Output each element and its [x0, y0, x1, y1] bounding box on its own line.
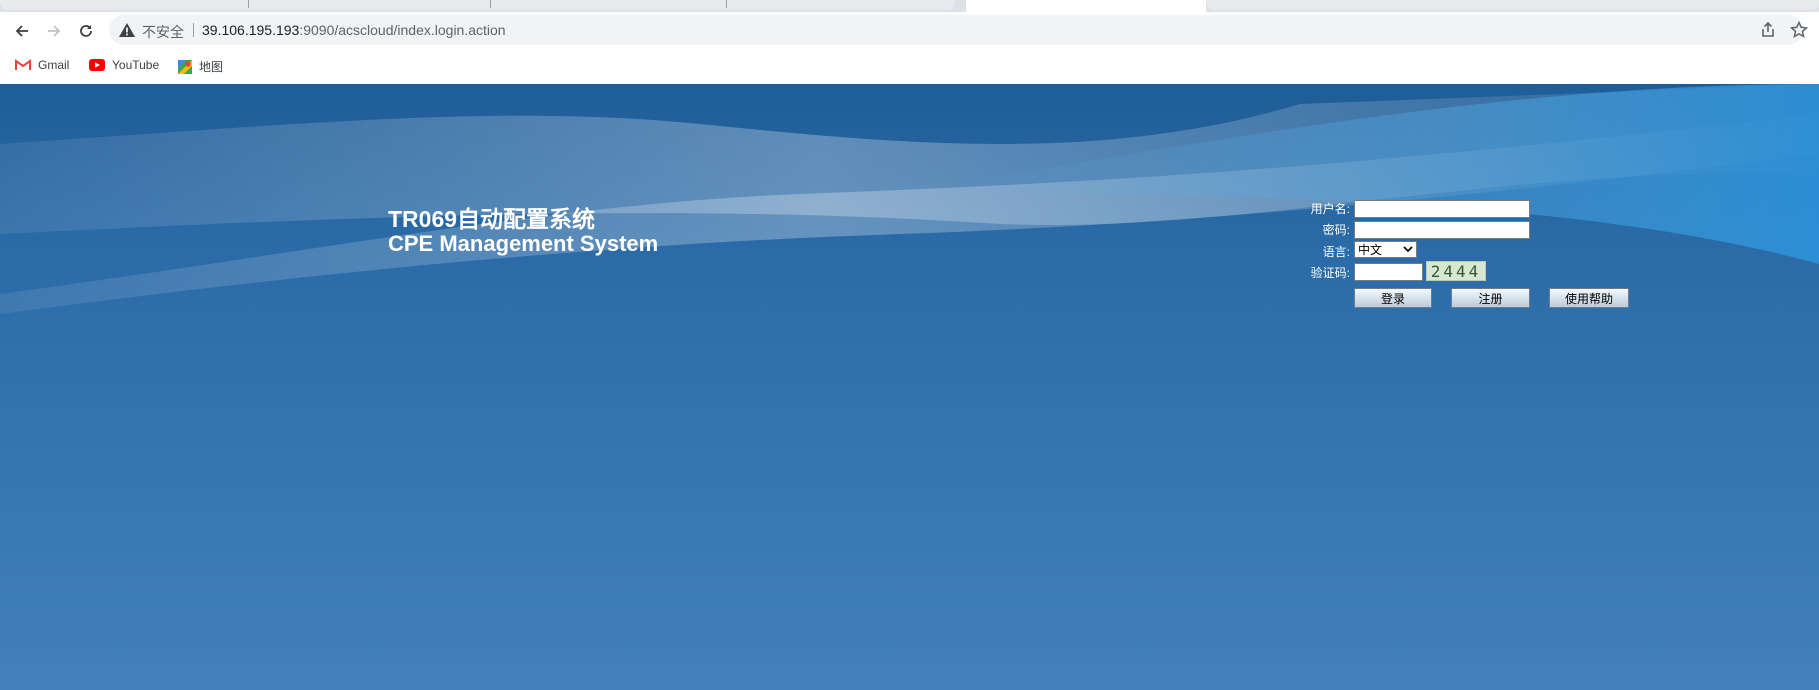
tab-separator [248, 0, 249, 8]
address-divider [193, 23, 194, 37]
help-button[interactable]: 使用帮助 [1549, 288, 1629, 308]
maps-icon [178, 59, 192, 74]
username-label: 用户名: [1310, 202, 1350, 216]
back-button[interactable] [10, 19, 34, 43]
url-text[interactable]: 39.106.195.193:9090/acscloud/index.login… [202, 22, 506, 38]
password-label: 密码: [1322, 223, 1350, 237]
bookmark-gmail[interactable]: Gmail [15, 58, 69, 72]
url-path: :9090/acscloud/index.login.action [299, 22, 506, 38]
language-selected-value: 中文 [1358, 243, 1383, 257]
help-button-label: 使用帮助 [1564, 291, 1613, 306]
background-swoosh [0, 84, 1819, 314]
bookmark-youtube[interactable]: YouTube [89, 58, 159, 72]
warning-icon[interactable] [119, 23, 135, 37]
bookmark-star-icon[interactable] [1790, 21, 1808, 39]
back-arrow-icon [15, 25, 28, 37]
forward-arrow-icon [48, 25, 61, 37]
youtube-icon [89, 59, 105, 71]
reload-button[interactable] [74, 19, 98, 43]
bookmark-label: 地图 [199, 60, 224, 74]
register-button[interactable]: 注册 [1451, 288, 1530, 308]
forward-button[interactable] [42, 19, 66, 43]
inactive-tab[interactable] [1206, 0, 1819, 10]
inactive-tabs[interactable] [0, 0, 955, 10]
browser-toolbar: 不安全 39.106.195.193:9090/acscloud/index.l… [0, 12, 1819, 49]
captcha-text: 2444 [1430, 261, 1482, 281]
bookmarks-bar: Gmail YouTube 地图 [0, 49, 1819, 84]
url-host: 39.106.195.193 [202, 22, 300, 38]
bookmark-label: Gmail [38, 58, 70, 72]
reload-icon [80, 25, 92, 37]
security-status[interactable]: 不安全 [142, 22, 184, 42]
login-page: TR069自动配置系统 CPE Management System 用户名: 密… [0, 84, 1819, 690]
language-select[interactable]: 中文 [1354, 241, 1417, 258]
address-bar[interactable]: 不安全 39.106.195.193:9090/acscloud/index.l… [109, 15, 1808, 45]
captcha-input[interactable] [1354, 263, 1423, 281]
password-input[interactable] [1354, 221, 1530, 239]
chevron-down-icon [1403, 246, 1413, 253]
login-button[interactable]: 登录 [1354, 288, 1432, 308]
captcha-image[interactable]: 2444 [1426, 261, 1486, 281]
system-title-chinese: TR069自动配置系统 [388, 206, 596, 232]
tab-separator [726, 0, 727, 8]
gmail-icon [15, 59, 31, 70]
tab-strip [0, 0, 1819, 12]
active-tab[interactable] [966, 0, 1206, 12]
register-button-label: 注册 [1478, 291, 1503, 306]
system-title-english: CPE Management System [388, 231, 659, 256]
captcha-label: 验证码: [1310, 266, 1350, 280]
share-icon[interactable] [1759, 21, 1777, 39]
login-button-label: 登录 [1380, 291, 1405, 306]
language-label: 语言: [1322, 245, 1350, 259]
tab-separator [490, 0, 491, 8]
username-input[interactable] [1354, 200, 1530, 218]
bookmark-maps[interactable]: 地图 [178, 58, 223, 75]
bookmark-label: YouTube [112, 58, 160, 72]
login-form: 用户名: 密码: 语言: 中文 验证码: 2444 登录 注册 使用帮助 [1300, 196, 1640, 308]
